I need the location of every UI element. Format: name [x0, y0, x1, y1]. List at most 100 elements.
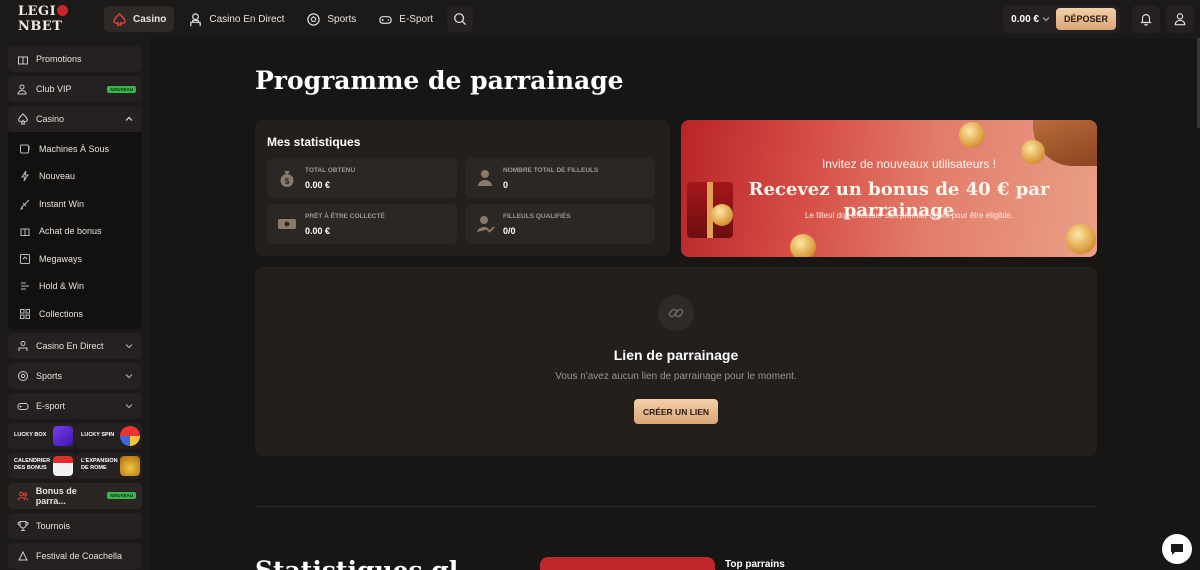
link-icon-wrap: [658, 295, 694, 331]
logo-mark-icon: [57, 5, 69, 16]
sidebar-item-tournaments[interactable]: Tournois: [8, 512, 142, 539]
sidebar-item-casino[interactable]: Casino: [8, 106, 142, 132]
sidebar-item-megaways[interactable]: Megaways: [8, 245, 142, 273]
sidebar-item-bonus-buy[interactable]: Achat de bonus: [8, 218, 142, 246]
sidebar-item-sports[interactable]: Sports: [8, 362, 142, 389]
global-stats-title: Statistiques gl: [255, 556, 458, 570]
sidebar: Promotions Club VIP NOUVEAU Casino Machi…: [0, 38, 150, 570]
rome-treasure-art: [120, 455, 140, 476]
coin-icon: [790, 234, 816, 257]
deposit-button[interactable]: DÉPOSER: [1055, 8, 1116, 30]
sidebar-item-casino-live[interactable]: Casino En Direct: [8, 332, 142, 359]
page-title: Programme de parrainage: [255, 66, 624, 95]
sidebar-item-club-vip[interactable]: Club VIP NOUVEAU: [8, 76, 142, 102]
search-button[interactable]: [447, 6, 474, 32]
promo-tiles: LUCKY BOX LUCKY SPIN CALENDRIER DES BONUS…: [8, 422, 142, 479]
sidebar-item-promotions[interactable]: Promotions: [8, 46, 142, 72]
soccer-ball-icon: [307, 12, 321, 26]
chat-button[interactable]: [1162, 534, 1192, 564]
person-check-icon: [477, 216, 495, 233]
soccer-ball-icon: [18, 370, 28, 381]
nav-esport[interactable]: E-Sport: [370, 6, 441, 32]
sidebar-item-referral[interactable]: Bonus de parra... NOUVEAU: [8, 482, 142, 509]
balance-dropdown[interactable]: 0.00 € DÉPOSER: [1003, 5, 1120, 33]
promo-bonus-calendar[interactable]: CALENDRIER DES BONUS: [8, 452, 75, 479]
banner-line-1: Invitez de nouveaux utilisateurs !: [821, 157, 997, 171]
referral-link-empty-text: Vous n'avez aucun lien de parrainage pou…: [555, 371, 797, 382]
top-bar: LEGINBET Casino Casino En Direct Sports …: [0, 0, 1200, 38]
lucky-box-art: [53, 425, 73, 446]
banner-note: Le filleul doit effectuer son premier dé…: [805, 211, 1013, 220]
users-icon: [17, 84, 27, 95]
new-badge: NOUVEAU: [107, 85, 136, 93]
gift-icon: [20, 228, 30, 237]
sidebar-item-esport[interactable]: E-sport: [8, 392, 142, 419]
nav-casino-live[interactable]: Casino En Direct: [180, 6, 292, 32]
users-icon: [17, 491, 29, 501]
casino-submenu: Machines À Sous Nouveau Instant Win Acha…: [8, 132, 142, 329]
stat-ready-to-collect: PRÊT À ÊTRE COLLECTÉ 0.00 €: [267, 204, 457, 244]
main-nav: Casino Casino En Direct Sports E-Sport: [104, 0, 474, 38]
gift-icon: [18, 56, 28, 65]
spade-icon: [17, 113, 29, 125]
megaways-icon: [20, 253, 30, 264]
stat-total-referrals-value: 0: [503, 180, 509, 190]
coin-icon: [959, 122, 985, 148]
referral-link-card: Lien de parrainage Vous n'avez aucun lie…: [255, 267, 1097, 456]
chevron-up-icon: [125, 116, 133, 121]
rocket-icon: [19, 199, 30, 210]
account-button[interactable]: [1166, 5, 1194, 33]
user-icon: [1174, 13, 1186, 26]
promo-lucky-box[interactable]: LUCKY BOX: [8, 422, 75, 449]
stat-total-earned: $ TOTAL OBTENU 0.00 €: [267, 158, 457, 198]
chevron-down-icon: [125, 373, 133, 378]
link-icon: [668, 308, 684, 318]
trophy-icon: [17, 520, 29, 531]
main-content: Programme de parrainage Mes statistiques…: [150, 38, 1200, 570]
banknote-icon: [278, 219, 296, 229]
stat-qualified-referrals-value: 0/0: [503, 226, 516, 236]
chevron-down-icon: [1042, 17, 1050, 22]
grid-icon: [20, 308, 30, 319]
sidebar-item-instant-win[interactable]: Instant Win: [8, 190, 142, 218]
stat-qualified-referrals: FILLEULS QUALIFIÉS 0/0: [465, 204, 655, 244]
sidebar-item-slots[interactable]: Machines À Sous: [8, 135, 142, 163]
chat-icon: [1171, 544, 1183, 555]
sidebar-item-new[interactable]: Nouveau: [8, 163, 142, 191]
coin-icon: [1066, 224, 1096, 254]
stat-total-referrals: NOMBRE TOTAL DE FILLEULS 0: [465, 158, 655, 198]
svg-text:$: $: [285, 177, 290, 186]
promo-rome-expansion[interactable]: L'EXPANSION DE ROME: [75, 452, 142, 479]
sidebar-item-festival[interactable]: Festival de Coachella: [8, 542, 142, 569]
hold-win-icon: [21, 282, 29, 290]
nav-sports[interactable]: Sports: [298, 6, 364, 32]
logo[interactable]: LEGINBET: [18, 4, 104, 34]
gamepad-icon: [17, 402, 29, 410]
stats-card: Mes statistiques $ TOTAL OBTENU 0.00 € N…: [255, 120, 670, 256]
chevron-down-icon: [125, 343, 133, 348]
referral-link-title: Lien de parrainage: [613, 347, 739, 363]
stat-total-earned-value: 0.00 €: [305, 180, 331, 190]
bell-icon: [1140, 14, 1152, 26]
stats-title: Mes statistiques: [267, 135, 361, 149]
lightning-icon: [21, 170, 29, 182]
spade-icon: [113, 12, 126, 26]
stat-ready-to-collect-value: 0.00 €: [305, 226, 331, 236]
dealer-icon: [18, 340, 28, 351]
nav-casino[interactable]: Casino: [104, 6, 175, 32]
global-stats-card: [540, 557, 715, 570]
promo-lucky-spin[interactable]: LUCKY SPIN: [75, 422, 142, 449]
create-link-button[interactable]: CRÉER UN LIEN: [634, 399, 718, 424]
notifications-button[interactable]: [1132, 5, 1160, 33]
slot-machine-icon: [20, 144, 30, 154]
referral-promo-banner: Invitez de nouveaux utilisateurs ! Recev…: [681, 120, 1097, 257]
top-sponsors-title: Top parrains: [725, 559, 785, 570]
sidebar-item-collections[interactable]: Collections: [8, 300, 142, 328]
person-icon: [478, 170, 492, 186]
festival-icon: [18, 550, 28, 560]
money-bag-icon: $: [280, 171, 294, 187]
sidebar-item-hold-win[interactable]: Hold & Win: [8, 273, 142, 301]
lucky-spin-wheel-art: [120, 425, 140, 446]
chevron-down-icon: [125, 403, 133, 408]
section-divider: [255, 506, 1097, 507]
